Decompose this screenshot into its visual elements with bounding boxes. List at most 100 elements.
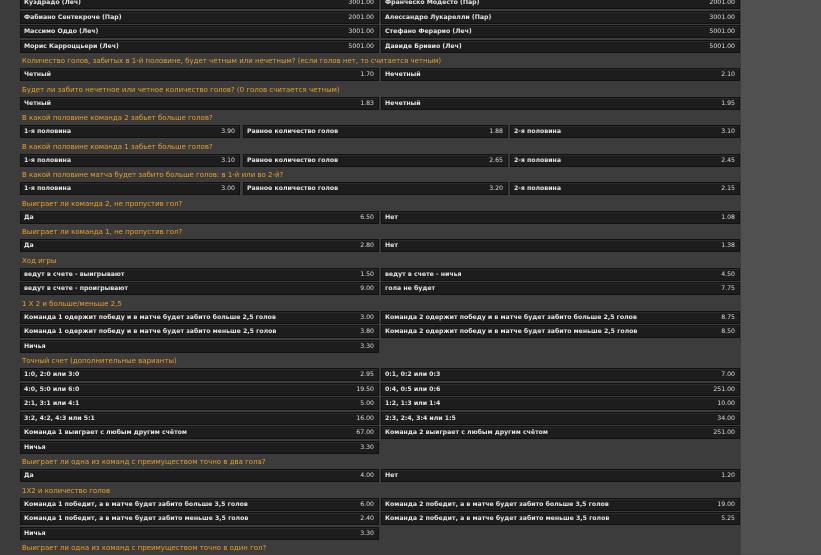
odds-value: 1.50: [360, 270, 374, 278]
outcome-label: голa не будет: [385, 285, 436, 292]
odds-button[interactable]: 0:1, 0:2 или 0:3 7.00: [381, 368, 740, 381]
odds-button[interactable]: 3:2, 4:2, 4:3 или 5:1 16.00: [20, 411, 379, 425]
odds-button[interactable]: Ничья 3.30: [20, 440, 379, 454]
outcome-label: Да: [24, 213, 34, 221]
odds-value: 2.65: [489, 156, 503, 164]
odds-button[interactable]: Стефано Ферарио (Леч) 5001.00: [381, 25, 740, 38]
odds-value: 8.50: [721, 328, 735, 335]
odds-button[interactable]: Франческо Модесто (Пар) 2001.00: [381, 0, 740, 9]
odds-value: 1.95: [721, 99, 735, 107]
market-title: Точный счет (дополнительные варианты): [22, 357, 177, 365]
odds-button[interactable]: Ничья 3.30: [20, 526, 379, 540]
market-row: ведут в счете - проигрывают 9.00 голa не б…: [0, 282, 741, 297]
odds-button[interactable]: Команда 1 одержит победу и в матче будет…: [20, 325, 379, 338]
odds-button[interactable]: Команда 2 победит, а в матче будет забит…: [381, 497, 740, 511]
odds-button[interactable]: Четный 1.70: [20, 68, 379, 81]
odds-button[interactable]: Морис Карроццьери (Леч) 5001.00: [20, 39, 379, 53]
market-row: Да 2.80 Нет 1.38: [0, 239, 741, 254]
odds-button[interactable]: Равное количество голов 2.65: [243, 153, 508, 167]
outcome-label: Нет: [385, 242, 398, 249]
odds-button[interactable]: 1-я половина 3.10: [20, 153, 240, 167]
odds-value: 5001.00: [709, 42, 735, 50]
odds-button[interactable]: Куэдрадо (Леч) 3001.00: [20, 0, 379, 9]
odds-button[interactable]: 1:0, 2:0 или 3:0 2.95: [20, 368, 379, 381]
odds-button[interactable]: 4:0, 5:0 или 6:0 19.50: [20, 382, 379, 396]
outcome-label: Нет: [385, 472, 398, 479]
odds-button[interactable]: 2-я половина 2.15: [510, 182, 740, 195]
odds-button[interactable]: 2:1, 3:1 или 4:1 5.00: [20, 397, 379, 410]
odds-value: 6.00: [360, 500, 374, 508]
outcome-label: Команда 2 победит, а в матче будет забит…: [385, 515, 610, 522]
odds-button[interactable]: ведут в счете - ничья 4.50: [381, 267, 740, 281]
odds-value: 16.00: [356, 414, 374, 422]
odds-button[interactable]: Да 4.00: [20, 469, 379, 482]
market-row: Да 6.50 Нет 1.08: [0, 210, 741, 226]
odds-button[interactable]: Нет 1.38: [381, 239, 740, 252]
odds-value: 34.00: [717, 414, 735, 422]
odds-button[interactable]: ведут в счете - проигрывают 9.00: [20, 282, 379, 295]
odds-button[interactable]: Да 6.50: [20, 210, 379, 224]
odds-button[interactable]: Нечетный 2.10: [381, 68, 740, 81]
market-row: Ничья 3.30: [0, 526, 741, 542]
odds-button[interactable]: Фабиано Сентекроче (Пар) 2001.00: [20, 10, 379, 24]
odds-button[interactable]: 2-я половина 2.45: [510, 153, 740, 167]
market-title: Будет ли забито нечетное или четное коли…: [22, 85, 340, 94]
odds-button[interactable]: 1-я половина 3.90: [20, 125, 240, 138]
market-row: 1:0, 2:0 или 3:0 2.95 0:1, 0:2 или 0:3 7.00: [0, 368, 741, 383]
odds-value: 2.15: [721, 185, 735, 192]
odds-button[interactable]: 2:3, 2:4, 3:4 или 1:5 34.00: [381, 411, 740, 425]
odds-button[interactable]: Нечетный 1.95: [381, 96, 740, 110]
odds-button[interactable]: Давиде Бривио (Леч) 5001.00: [381, 39, 740, 53]
odds-button[interactable]: Команда 1 выиграет с любым другим счётом…: [20, 426, 379, 439]
odds-value: 3.30: [360, 443, 374, 451]
odds-value: 2.80: [360, 242, 374, 249]
odds-button[interactable]: Равное количество голов 1.88: [243, 125, 508, 138]
odds-button[interactable]: голa не будет 7.75: [381, 282, 740, 295]
market-row: 4:0, 5:0 или 6:0 19.50 0:4, 0:5 или 0:6 251…: [0, 382, 741, 398]
odds-button[interactable]: 1:2, 1:3 или 1:4 10.00: [381, 397, 740, 410]
market-row: Куэдрадо (Леч) 3001.00 Франческо Модесто (…: [0, 0, 741, 11]
odds-button[interactable]: Равное количество голов 3.20: [243, 182, 508, 195]
outcome-label: Равное количество голов: [247, 156, 339, 164]
market-title: В какой половине команда 1 забьет больше…: [22, 142, 213, 151]
odds-value: 3.90: [221, 128, 235, 135]
odds-value: 3.10: [221, 156, 235, 164]
market-row: Команда 1 выиграет с любым другим счётом…: [0, 426, 741, 441]
odds-button[interactable]: Команда 2 выиграет с любым другим счётом…: [381, 426, 740, 439]
odds-button[interactable]: Нет 1.20: [381, 469, 740, 482]
odds-button[interactable]: 2-я половина 3.10: [510, 125, 740, 138]
odds-button[interactable]: Команда 1 победит, а в матче будет забит…: [20, 497, 379, 511]
outcome-label: 2-я половина: [514, 185, 562, 192]
odds-value: 1.88: [489, 128, 503, 135]
outcome-label: Морис Карроццьери (Леч): [24, 42, 119, 50]
odds-button[interactable]: Четный 1.83: [20, 96, 379, 110]
outcome-label: Команда 2 одержит победу и в матче будет…: [385, 313, 637, 321]
odds-button[interactable]: Массимо Оддо (Леч) 3001.00: [20, 25, 379, 38]
market-row: 2:1, 3:1 или 4:1 5.00 1:2, 1:3 или 1:4 10.0…: [0, 397, 741, 412]
markets-panel: Куэдрадо (Леч) 3001.00 Франческо Модесто (…: [0, 0, 741, 555]
odds-button[interactable]: Нет 1.08: [381, 210, 740, 224]
odds-button[interactable]: Команда 2 победит, а в матче будет забит…: [381, 512, 740, 525]
odds-button[interactable]: Команда 1 победит, а в матче будет забит…: [20, 512, 379, 525]
market-row: Команда 1 победит, а в матче будет забит…: [0, 512, 741, 527]
odds-value: 3.80: [360, 328, 374, 335]
market-row: Массимо Оддо (Леч) 3001.00 Стефано Ферарио…: [0, 25, 741, 40]
market-title: Выиграет ли команда 2, не пропустив гол?: [22, 199, 183, 208]
odds-button[interactable]: Да 2.80: [20, 239, 379, 252]
odds-button[interactable]: 1-я половина 3.00: [20, 182, 240, 195]
odds-button[interactable]: Алессандро Лукарелли (Пар) 3001.00: [381, 10, 740, 24]
market-row: Ничья 3.30: [0, 440, 741, 456]
outcome-label: ведут в счете - ничья: [385, 270, 462, 278]
outcome-label: Нет: [385, 213, 398, 221]
odds-value: 3001.00: [348, 28, 374, 35]
right-background: [741, 0, 821, 554]
odds-button[interactable]: ведут в счете - выигрывают 1.50: [20, 267, 379, 281]
odds-button[interactable]: Ничья 3.30: [20, 339, 379, 353]
market-row: Четный 1.70 Нечетный 2.10: [0, 68, 741, 83]
odds-button[interactable]: Команда 2 одержит победу и в матче будет…: [381, 310, 740, 324]
odds-button[interactable]: Команда 1 одержит победу и в матче будет…: [20, 310, 379, 324]
odds-button[interactable]: 0:4, 0:5 или 0:6 251.00: [381, 382, 740, 396]
odds-button[interactable]: Команда 2 одержит победу и в матче будет…: [381, 325, 740, 338]
odds-value: 1.20: [721, 472, 735, 479]
odds-value: 251.00: [713, 385, 735, 393]
